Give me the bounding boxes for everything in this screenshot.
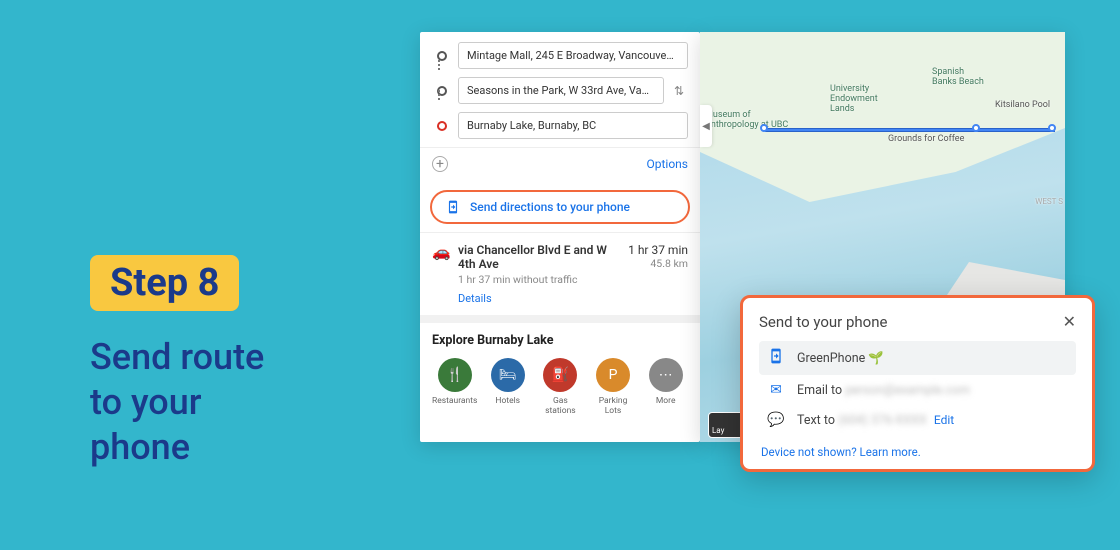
- explore-label: Parking Lots: [591, 396, 636, 416]
- explore-item[interactable]: P Parking Lots: [591, 358, 636, 416]
- popup-title: Send to your phone: [759, 313, 887, 331]
- options-link[interactable]: Options: [646, 157, 688, 171]
- phone-icon: [767, 348, 785, 368]
- route-distance: 45.8 km: [628, 257, 688, 270]
- popup-device-name: GreenPhone 🌱: [797, 351, 884, 366]
- close-icon[interactable]: ✕: [1063, 312, 1076, 331]
- map-label-spanish: SpanishBanks Beach: [932, 67, 984, 87]
- popup-email-option[interactable]: ✉ Email to person@example.com: [759, 375, 1076, 405]
- collapse-panel-button[interactable]: ◀: [700, 105, 712, 147]
- destination-pin-icon: [437, 121, 447, 131]
- route-point[interactable]: [760, 124, 768, 132]
- map-label-anthropology[interactable]: Museum ofAnthropology at UBC: [705, 110, 788, 130]
- car-icon: 🚗: [432, 243, 448, 305]
- popup-text-prefix: Text to: [797, 413, 835, 428]
- route-duration: 1 hr 37 min: [628, 243, 688, 257]
- explore-label: Gas stations: [538, 396, 583, 416]
- sms-icon: 💬: [767, 412, 785, 428]
- map-label-grounds[interactable]: Grounds for Coffee: [888, 134, 964, 144]
- route-polyline: [765, 128, 1055, 132]
- popup-text-option[interactable]: 💬 Text to (604) 376-XXXX Edit: [759, 405, 1076, 435]
- swap-icon[interactable]: ⇅: [670, 84, 688, 98]
- destination-input-2[interactable]: Seasons in the Park, W 33rd Ave, Vancou…: [458, 77, 664, 104]
- explore-icon: ⋯: [649, 358, 683, 392]
- route-summary[interactable]: 🚗 via Chancellor Blvd E and W 4th Ave 1 …: [420, 232, 700, 315]
- send-to-phone-popup: Send to your phone ✕ GreenPhone 🌱 ✉ Emai…: [740, 295, 1095, 472]
- explore-item[interactable]: 🍴 Restaurants: [432, 358, 477, 416]
- explore-item[interactable]: 🛏 Hotels: [485, 358, 530, 416]
- send-to-phone-label: Send directions to your phone: [470, 200, 630, 214]
- add-destination-button[interactable]: +: [432, 156, 448, 172]
- explore-label: More: [643, 396, 688, 406]
- step-badge: Step 8: [90, 255, 239, 311]
- explore-item[interactable]: ⋯ More: [643, 358, 688, 416]
- route-via: via Chancellor Blvd E and W 4th Ave: [458, 243, 618, 271]
- popup-learn-more-link[interactable]: Device not shown? Learn more.: [759, 445, 1076, 459]
- send-phone-icon: [446, 200, 460, 214]
- explore-row: 🍴 Restaurants 🛏 Hotels ⛽ Gas stations P Parking…: [432, 358, 688, 416]
- popup-text-value: (604) 376-XXXX: [838, 413, 927, 428]
- explore-icon: 🍴: [438, 358, 472, 392]
- explore-icon: ⛽: [543, 358, 577, 392]
- step-instruction: Send routeto yourphone: [90, 335, 264, 470]
- send-to-phone-button[interactable]: Send directions to your phone: [430, 190, 690, 224]
- map-label-kitsilano[interactable]: Kitsilano Pool: [995, 100, 1050, 110]
- popup-email-value: person@example.com: [845, 383, 970, 398]
- explore-label: Restaurants: [432, 396, 477, 406]
- popup-device-option[interactable]: GreenPhone 🌱: [759, 341, 1076, 375]
- explore-icon: P: [596, 358, 630, 392]
- explore-icon: 🛏: [491, 358, 525, 392]
- route-traffic: 1 hr 37 min without traffic: [458, 273, 618, 286]
- popup-email-prefix: Email to: [797, 383, 842, 398]
- explore-item[interactable]: ⛽ Gas stations: [538, 358, 583, 416]
- explore-label: Hotels: [485, 396, 530, 406]
- directions-panel: Mintage Mall, 245 E Broadway, Vancouve… …: [420, 32, 700, 442]
- route-point[interactable]: [1048, 124, 1056, 132]
- route-point[interactable]: [972, 124, 980, 132]
- destination-input-1[interactable]: Mintage Mall, 245 E Broadway, Vancouve…: [458, 42, 688, 69]
- email-icon: ✉: [767, 382, 785, 398]
- explore-title: Explore Burnaby Lake: [432, 333, 688, 348]
- destination-input-3[interactable]: Burnaby Lake, Burnaby, BC: [458, 112, 688, 139]
- route-details-link[interactable]: Details: [458, 292, 618, 305]
- edit-link[interactable]: Edit: [934, 413, 954, 427]
- map-label-endowment: UniversityEndowmentLands: [830, 84, 878, 114]
- map-label-west: WEST S: [1035, 197, 1063, 206]
